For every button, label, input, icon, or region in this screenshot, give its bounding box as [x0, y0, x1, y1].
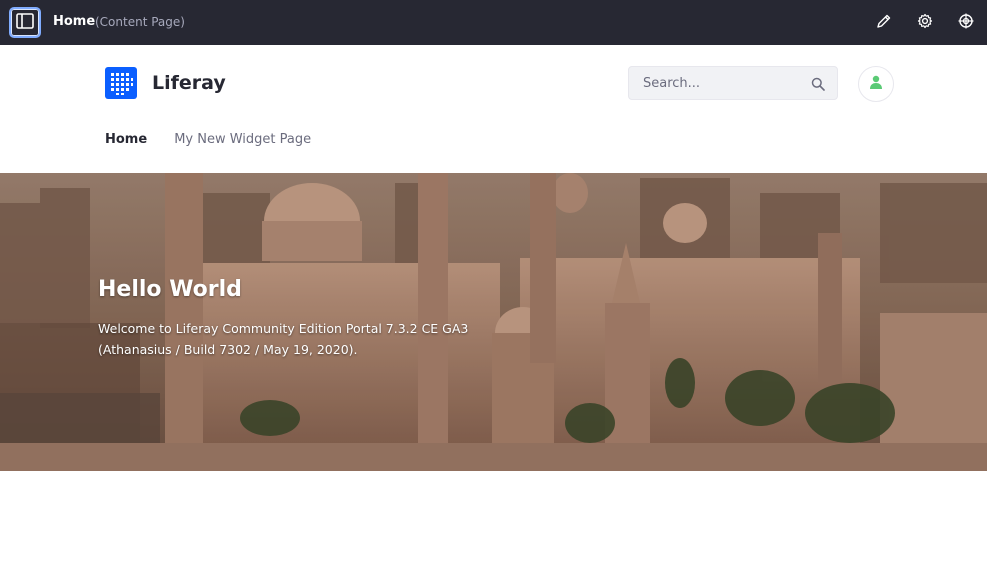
search-icon[interactable] [811, 76, 825, 91]
banner-description: Welcome to Liferay Community Edition Por… [98, 318, 478, 360]
page-type-label: (Content Page) [95, 15, 185, 29]
liferay-logo[interactable] [105, 67, 137, 99]
edit-button[interactable] [875, 14, 893, 32]
simulation-icon [958, 13, 974, 33]
banner-title: Hello World [98, 277, 242, 302]
gear-icon [917, 13, 933, 33]
page-title: Home [53, 14, 96, 29]
simulation-button[interactable] [957, 13, 975, 33]
nav-item-home[interactable]: Home [105, 132, 147, 147]
site-header: Liferay Home My New Widget Page [0, 45, 987, 173]
page-content [0, 471, 987, 566]
site-name[interactable]: Liferay [152, 72, 226, 94]
nav-item-my-new-widget-page[interactable]: My New Widget Page [174, 132, 311, 147]
search-input[interactable] [629, 67, 799, 99]
search-bar [628, 66, 838, 100]
banner-text-line1: Welcome to Liferay Community Edition Por… [98, 321, 469, 336]
main-navigation: Home My New Widget Page [105, 132, 311, 147]
user-icon [868, 74, 884, 94]
configuration-button[interactable] [916, 13, 934, 33]
pencil-icon [876, 13, 892, 33]
sidebar-toggle-button[interactable] [9, 7, 41, 38]
sidebar-toggle-icon [16, 12, 34, 33]
control-menu: Home (Content Page) [0, 0, 987, 45]
user-avatar-button[interactable] [858, 66, 894, 102]
banner-text-line2: (Athanasius / Build 7302 / May 19, 2020)… [98, 342, 358, 357]
hero-banner: Hello World Welcome to Liferay Community… [0, 173, 987, 471]
